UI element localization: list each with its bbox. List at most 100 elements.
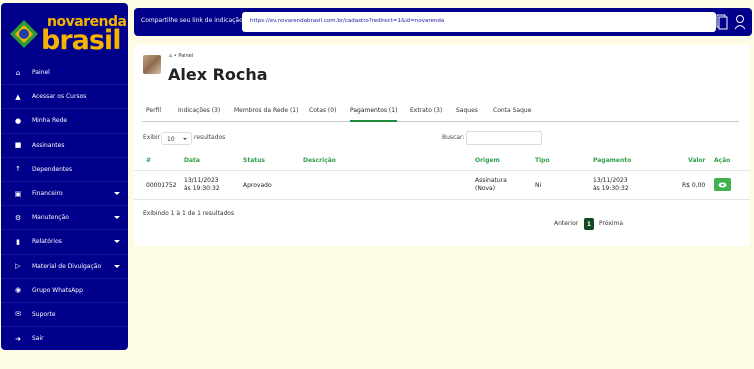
topbar: Compartilhe seu link de indicação: https… <box>134 8 752 36</box>
pagination-page[interactable]: 1 <box>584 218 594 230</box>
tab-perfil[interactable]: Perfil <box>146 107 161 122</box>
megaphone-icon: ▷ <box>15 262 21 271</box>
gear-icon: ⚙ <box>14 213 22 222</box>
brazil-flag-logo-icon <box>10 20 38 48</box>
table-header: # Data Status Descrição Origem Tipo Paga… <box>134 149 750 171</box>
tab-pagamentos[interactable]: Pagamentos (1) <box>350 107 398 122</box>
sidebar-item-whatsapp[interactable]: ◉ Grupo WhatsApp <box>1 279 128 303</box>
view-button[interactable] <box>714 178 731 191</box>
sidebar-item-painel[interactable]: ⌂ Painel <box>1 61 128 86</box>
user-icon[interactable] <box>734 14 746 30</box>
chevron-down-icon <box>114 191 120 195</box>
cell-payment-line: às 19:30:32 <box>593 185 629 192</box>
envelope-icon: ✉ <box>15 310 21 319</box>
copy-icon[interactable] <box>714 12 728 32</box>
sidebar-item-manutencao[interactable]: ⚙ Manutenção <box>1 206 128 231</box>
sidebar-item-label: Grupo WhatsApp <box>32 286 83 294</box>
sidebar-item-label: Sair <box>32 335 44 343</box>
sign-out-icon: ➜ <box>15 334 21 343</box>
cell-time-line: às 19:30:32 <box>184 185 220 192</box>
search-label: Buscar: <box>442 134 465 141</box>
column-header: Ação <box>714 157 731 164</box>
cell-date: 13/11/2023 às 19:30:32 <box>184 177 220 193</box>
page-size-value: 10 <box>167 136 175 143</box>
main-card: ⌂ • Painel Alex Rocha Perfil Indicações … <box>134 45 750 246</box>
sidebar-item-assinantes[interactable]: ■ Assinantes <box>1 134 128 158</box>
breadcrumb-item: Painel <box>178 53 194 59</box>
results-label: resultados <box>194 134 226 141</box>
column-header[interactable]: Tipo <box>535 157 550 164</box>
sidebar-item-label: Acessar os Cursos <box>32 93 87 101</box>
sidebar-item-cursos[interactable]: ▲ Acessar os Cursos <box>1 85 128 110</box>
table-row: 00001752 13/11/2023 às 19:30:32 Aprovado… <box>134 171 750 200</box>
tab-cotas[interactable]: Cotas (0) <box>309 107 336 122</box>
sidebar-item-relatorios[interactable]: ▮ Relatórios <box>1 230 128 255</box>
tab-saques[interactable]: Saques <box>456 107 478 122</box>
sidebar-item-suporte[interactable]: ✉ Suporte <box>1 303 128 328</box>
sidebar-item-label: Relatórios <box>32 238 62 246</box>
tab-membros-rede[interactable]: Membros da Rede (1) <box>234 107 298 122</box>
home-icon: ⌂ <box>15 68 21 77</box>
cell-payment-line: 13/11/2023 <box>593 177 628 184</box>
sidebar-item-sair[interactable]: ➜ Sair <box>1 327 128 350</box>
network-icon: ● <box>14 116 22 125</box>
column-header[interactable]: Descrição <box>303 157 336 164</box>
pagination-previous[interactable]: Anterior <box>554 220 578 227</box>
sidebar: novarenda brasil ⌂ Painel ▲ Acessar os C… <box>1 3 128 350</box>
sidebar-item-dependentes[interactable]: ↑ Dependentes <box>1 158 128 182</box>
page-size-select[interactable]: 10 <box>161 132 192 145</box>
breadcrumb[interactable]: ⌂ • Painel <box>169 53 193 59</box>
person-up-icon: ↑ <box>15 165 21 174</box>
cell-id: 00001752 <box>146 182 177 189</box>
sidebar-item-label: Financeiro <box>32 190 63 198</box>
chat-icon: ◉ <box>14 286 22 295</box>
sidebar-item-financeiro[interactable]: ▣ Financeiro <box>1 182 128 207</box>
tabs: Perfil Indicações (3) Membros da Rede (1… <box>142 106 739 122</box>
sidebar-item-label: Material de Divulgação <box>32 262 102 270</box>
money-icon: ▣ <box>14 189 22 198</box>
show-label: Exibir <box>143 134 160 141</box>
cell-origin-line: (Nova) <box>475 185 496 192</box>
sidebar-item-label: Minha Rede <box>32 117 68 125</box>
column-header[interactable]: # <box>146 157 151 164</box>
sidebar-item-label: Dependentes <box>32 165 73 173</box>
cell-payment: 13/11/2023 às 19:30:32 <box>593 177 629 193</box>
page-title: Alex Rocha <box>168 65 268 84</box>
chevron-down-icon <box>114 240 120 244</box>
sidebar-item-minha-rede[interactable]: ● Minha Rede <box>1 109 128 134</box>
cell-origin: Assinatura (Nova) <box>475 177 507 193</box>
graduation-cap-icon: ▲ <box>15 92 21 101</box>
chevron-down-icon <box>114 264 120 268</box>
tab-extrato[interactable]: Extrato (3) <box>410 107 442 122</box>
tab-conta-saque[interactable]: Conta Saque <box>493 107 531 122</box>
share-label: Compartilhe seu link de indicação: <box>141 17 245 24</box>
column-header[interactable]: Pagamento <box>593 157 631 164</box>
cell-type: Ni <box>535 182 542 189</box>
sidebar-item-label: Suporte <box>32 310 56 318</box>
column-header[interactable]: Data <box>184 157 200 164</box>
home-icon: ⌂ <box>169 53 173 59</box>
sidebar-item-label: Painel <box>32 69 50 77</box>
column-header[interactable]: Valor <box>688 157 706 164</box>
user-icon: ■ <box>14 141 22 150</box>
search-input[interactable] <box>466 131 542 145</box>
share-link-field[interactable]: https://ev.novarendabrasil.com.br/cadast… <box>242 12 716 32</box>
pagination-next[interactable]: Próxima <box>599 220 623 227</box>
chevron-down-icon <box>183 138 187 140</box>
logo-bottom-text: brasil <box>41 25 121 56</box>
sidebar-nav: ⌂ Painel ▲ Acessar os Cursos ● Minha Red… <box>1 61 128 350</box>
cell-date-line: 13/11/2023 <box>184 177 219 184</box>
chevron-down-icon <box>114 216 120 220</box>
sidebar-item-label: Assinantes <box>32 141 65 149</box>
sidebar-item-material-divulgacao[interactable]: ▷ Material de Divulgação <box>1 255 128 279</box>
eye-icon <box>718 182 727 187</box>
column-header[interactable]: Origem <box>475 157 500 164</box>
tab-indicacoes[interactable]: Indicações (3) <box>178 107 220 122</box>
cell-status: Aprovado <box>243 182 272 189</box>
sidebar-item-label: Manutenção <box>32 214 69 222</box>
column-header[interactable]: Status <box>243 157 265 164</box>
avatar <box>143 55 161 74</box>
cell-value: R$ 0,00 <box>682 182 706 189</box>
cell-origin-line: Assinatura <box>475 177 507 184</box>
logo[interactable]: novarenda brasil <box>7 9 127 57</box>
